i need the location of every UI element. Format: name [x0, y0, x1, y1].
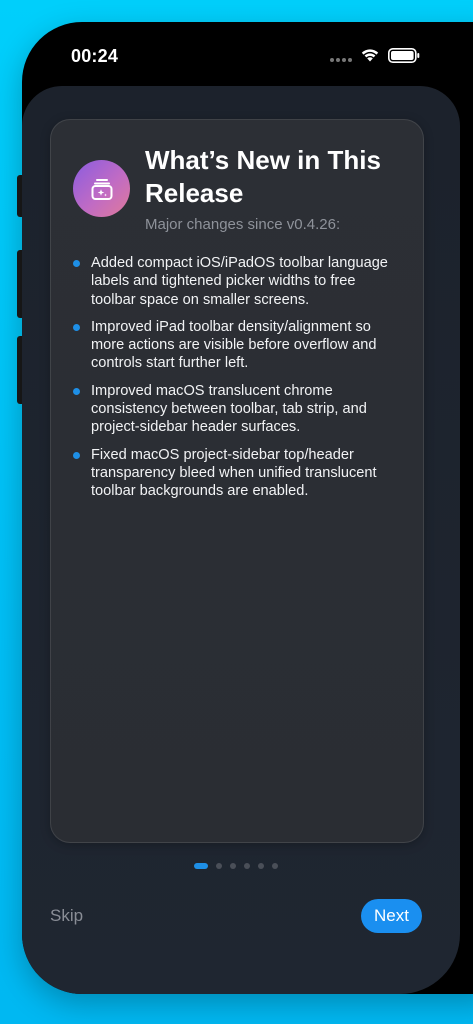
cellular-signal-icon: [330, 58, 352, 62]
bullet-icon: [73, 323, 80, 331]
page-dot[interactable]: [216, 863, 222, 869]
bullet-icon: [73, 451, 80, 459]
changes-list: Added compact iOS/iPadOS toolbar languag…: [73, 254, 403, 510]
page-indicator[interactable]: [194, 863, 278, 869]
page-dot[interactable]: [258, 863, 264, 869]
list-item-text: Fixed macOS project-sidebar top/header t…: [91, 446, 377, 500]
screen: 00:24 What’s New in This Release Major c…: [0, 0, 473, 1024]
whats-new-card: What’s New in This Release Major changes…: [50, 119, 424, 843]
next-button[interactable]: Next: [361, 899, 422, 933]
wifi-icon: [361, 49, 379, 62]
status-bar: 00:24: [22, 22, 473, 86]
sparkle-box-icon: [73, 160, 130, 217]
list-item: Improved macOS translucent chrome consis…: [73, 382, 403, 437]
sparkle-box-glyph: [91, 178, 112, 200]
page-dot-active[interactable]: [194, 863, 208, 869]
status-time: 00:24: [71, 46, 119, 66]
battery-icon: [388, 48, 420, 63]
page-dot[interactable]: [244, 863, 250, 869]
list-item: Fixed macOS project-sidebar top/header t…: [73, 446, 403, 501]
page-dot[interactable]: [230, 863, 236, 869]
page-dot[interactable]: [272, 863, 278, 869]
page-title: What’s New in This Release: [145, 145, 381, 208]
bullet-icon: [73, 387, 80, 395]
list-item-text: Improved macOS translucent chrome consis…: [91, 382, 367, 436]
skip-button[interactable]: Skip: [50, 906, 83, 926]
list-item: Added compact iOS/iPadOS toolbar languag…: [73, 254, 403, 309]
page-subtitle: Major changes since v0.4.26:: [145, 216, 341, 233]
onboarding-sheet: What’s New in This Release Major changes…: [22, 86, 460, 994]
list-item-text: Improved iPad toolbar density/alignment …: [91, 318, 377, 372]
list-item-text: Added compact iOS/iPadOS toolbar languag…: [91, 255, 388, 308]
bullet-icon: [73, 260, 80, 267]
list-item: Improved iPad toolbar density/alignment …: [73, 318, 403, 373]
